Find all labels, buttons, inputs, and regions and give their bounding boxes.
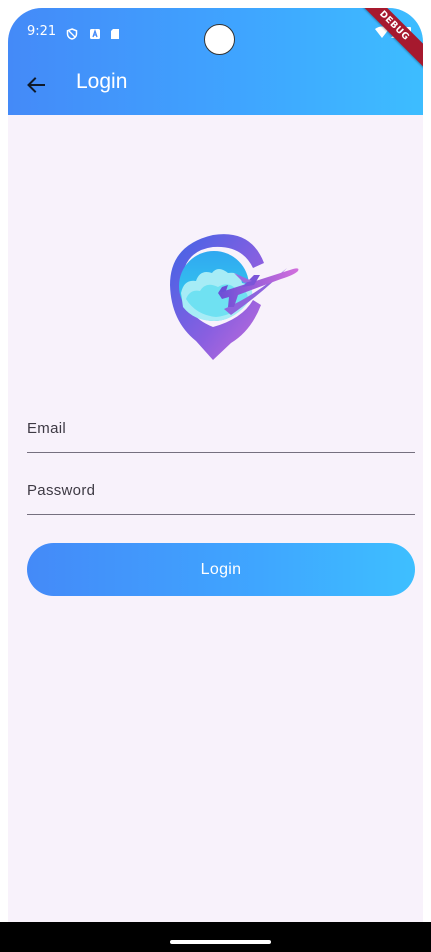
back-button[interactable] bbox=[22, 71, 50, 99]
camera-cutout bbox=[204, 24, 235, 55]
system-nav-bar bbox=[0, 922, 431, 952]
login-button[interactable]: Login bbox=[27, 543, 415, 596]
status-time: 9:21 bbox=[27, 24, 57, 39]
home-indicator[interactable] bbox=[170, 940, 271, 944]
a-box-icon bbox=[89, 25, 101, 39]
app-bar: 9:21 DEBUG Login bbox=[8, 8, 423, 115]
travel-pin-airplane-logo bbox=[156, 223, 306, 373]
device-frame: 9:21 DEBUG Login Email Password Login bbox=[0, 0, 431, 952]
arrow-left-icon bbox=[27, 77, 45, 93]
sd-card-icon bbox=[109, 25, 121, 39]
password-field[interactable]: Password bbox=[27, 474, 419, 516]
email-input[interactable] bbox=[27, 412, 419, 454]
status-bar: 9:21 bbox=[8, 8, 423, 60]
shield-icon bbox=[66, 25, 78, 40]
email-field[interactable]: Email bbox=[27, 412, 419, 454]
page-title: Login bbox=[76, 70, 128, 93]
password-input[interactable] bbox=[27, 474, 419, 516]
app-screen: 9:21 DEBUG Login Email Password Login bbox=[8, 8, 423, 952]
